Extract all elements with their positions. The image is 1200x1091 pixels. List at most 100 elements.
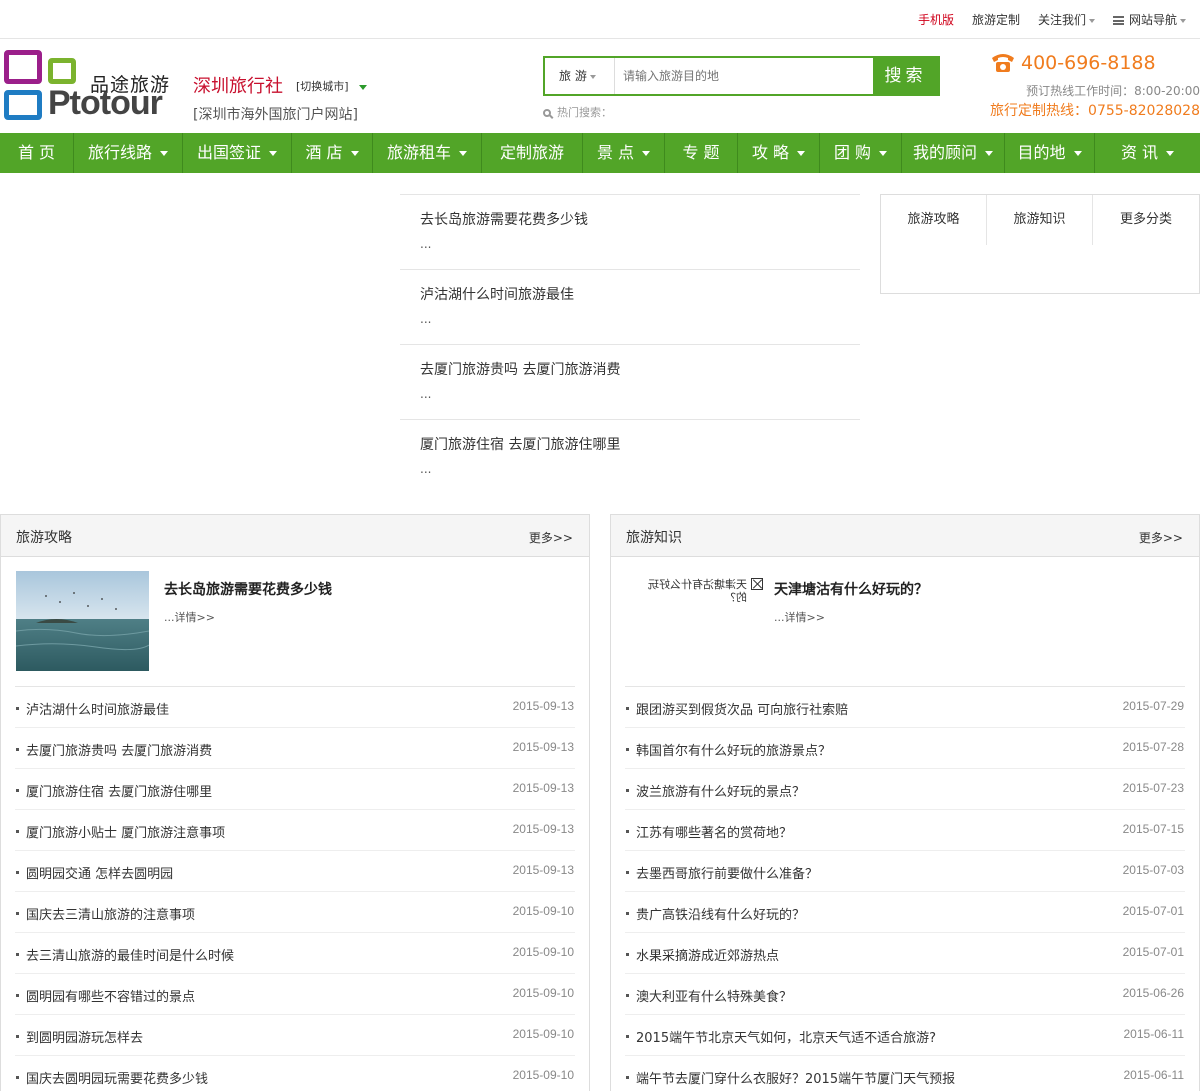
custom-travel-link[interactable]: 旅游定制 (972, 11, 1020, 28)
more-link[interactable]: 更多>> (529, 529, 573, 546)
site-nav-menu[interactable]: 网站导航 (1112, 11, 1186, 28)
list-item[interactable]: 端午节去厦门穿什么衣服好？2015端午节厦门天气预报 2015-06-11 (625, 1056, 1185, 1091)
list-item[interactable]: 2015端午节北京天气如何，北京天气适不适合旅游? 2015-06-11 (625, 1015, 1185, 1056)
caret-down-icon (879, 151, 888, 156)
nav-group-buy[interactable]: 团 购 (820, 133, 902, 173)
list-item[interactable]: 去三清山旅游的最佳时间是什么时候 2015-09-10 (15, 933, 575, 974)
list-item[interactable]: 圆明园有哪些不容错过的景点 2015-09-10 (15, 974, 575, 1015)
nav-label: 首 页 (17, 143, 56, 162)
site-logo[interactable]: 品途旅游 Ptotour (4, 48, 184, 122)
nav-my-advisor[interactable]: 我的顾问 (902, 133, 1005, 173)
logo-square-purple (4, 50, 42, 84)
chevron-down-icon (589, 74, 596, 79)
nav-label: 攻 略 (751, 143, 790, 162)
category-box: 旅游攻略 旅游知识 更多分类 (880, 194, 1200, 294)
list-item[interactable]: 去墨西哥旅行前要做什么准备？ 2015-07-03 (625, 851, 1185, 892)
nav-news[interactable]: 资 讯 (1095, 133, 1200, 173)
list-item-date: 2015-06-11 (1123, 1068, 1185, 1082)
list-item-date: 2015-07-28 (1122, 740, 1184, 754)
search-button[interactable]: 搜索 (873, 58, 938, 94)
panel-header: 旅游攻略 更多>> (1, 515, 589, 557)
nav-home[interactable]: 首 页 (0, 133, 74, 173)
list-item[interactable]: 贵广高铁沿线有什么好玩的？ 2015-07-01 (625, 892, 1185, 933)
hot-search-label: 热门搜索： (557, 106, 612, 119)
mobile-version-link[interactable]: 手机版 (918, 11, 954, 28)
list-item[interactable]: 水果采摘游成近郊游热点 2015-07-01 (625, 933, 1185, 974)
list-item-title: 端午节去厦门穿什么衣服好？2015端午节厦门天气预报 (636, 1072, 956, 1087)
caret-down-icon (160, 151, 168, 156)
agency-name: 深圳旅行社 (193, 76, 283, 97)
nav-car-rental[interactable]: 旅游租车 (373, 133, 482, 173)
featured-thumbnail[interactable] (16, 571, 149, 671)
nav-label: 景 点 (596, 143, 635, 162)
featured-details-link[interactable]: ...详情>> (774, 609, 825, 625)
top-links: 手机版 旅游定制 关注我们 网站导航 (918, 11, 1186, 28)
nav-visa[interactable]: 出国签证 (183, 133, 292, 173)
list-item-title: 江苏有哪些著名的赏荷地？ (636, 826, 793, 841)
list-item-date: 2015-07-23 (1122, 781, 1184, 795)
list-item[interactable]: 圆明园交通 怎样去圆明园 2015-09-13 (15, 851, 575, 892)
nav-destinations[interactable]: 目的地 (1005, 133, 1095, 173)
list-item[interactable]: 到圆明园游玩怎样去 2015-09-10 (15, 1015, 575, 1056)
nav-custom-travel[interactable]: 定制旅游 (482, 133, 583, 173)
list-item-date: 2015-09-10 (512, 904, 574, 918)
list-item[interactable]: 跟团游买到假货次品 可向旅行社索赔 2015-07-29 (625, 687, 1185, 728)
list-item[interactable]: 澳大利亚有什么特殊美食？ 2015-06-26 (625, 974, 1185, 1015)
nav-guides[interactable]: 攻 略 (738, 133, 820, 173)
broken-image-placeholder[interactable]: 天津塘沽有什么好玩的？ (647, 576, 777, 616)
featured-article: 天津塘沽有什么好玩的？ 天津塘沽有什么好玩的？ ...详情>> (625, 557, 1185, 687)
tab-travel-knowledge[interactable]: 旅游知识 (987, 195, 1093, 245)
bullet-icon (16, 1035, 19, 1038)
list-item-title: 水果采摘游成近郊游热点 (636, 949, 780, 964)
list-item[interactable]: 去厦门旅游贵吗 去厦门旅游消费 2015-09-13 (15, 728, 575, 769)
switch-city-button[interactable]: [切换城市] (296, 78, 367, 94)
article-item[interactable]: 去长岛旅游需要花费多少钱 ... (400, 194, 860, 269)
list-item-date: 2015-09-10 (512, 986, 574, 1000)
search-category-select[interactable]: 旅 游 (545, 58, 615, 94)
list-item-date: 2015-09-10 (512, 945, 574, 959)
chevron-down-icon (1088, 18, 1095, 23)
list-item[interactable]: 国庆去圆明园玩需要花费多少钱 2015-09-10 (15, 1056, 575, 1091)
list-item[interactable]: 厦门旅游住宿 去厦门旅游住哪里 2015-09-13 (15, 769, 575, 810)
list-item-title: 澳大利亚有什么特殊美食？ (636, 990, 793, 1005)
nav-topics[interactable]: 专 题 (665, 133, 738, 173)
caret-down-icon (459, 151, 467, 156)
list-item[interactable]: 江苏有哪些著名的赏荷地？ 2015-07-15 (625, 810, 1185, 851)
nav-hotel[interactable]: 酒 店 (292, 133, 373, 173)
tab-travel-guides[interactable]: 旅游攻略 (881, 195, 987, 245)
list-item-title: 跟团游买到假货次品 可向旅行社索赔 (636, 703, 849, 718)
list-item-title: 去墨西哥旅行前要做什么准备？ (636, 867, 819, 882)
list-item[interactable]: 韩国首尔有什么好玩的旅游景点？ 2015-07-28 (625, 728, 1185, 769)
more-link[interactable]: 更多>> (1139, 529, 1183, 546)
list-item-title: 去三清山旅游的最佳时间是什么时候 (26, 949, 235, 964)
list-item[interactable]: 泸沽湖什么时间旅游最佳 2015-09-13 (15, 687, 575, 728)
tab-more-categories[interactable]: 更多分类 (1093, 195, 1199, 245)
hot-search: 热门搜索： (543, 104, 612, 120)
list-item-title: 贵广高铁沿线有什么好玩的？ (636, 908, 806, 923)
follow-us-menu[interactable]: 关注我们 (1038, 11, 1095, 28)
search-bar: 旅 游 搜索 (543, 56, 940, 96)
hotline-number[interactable]: 400-696-8188 (1021, 52, 1156, 74)
custom-hotline: 旅行定制热线：0755-82028028 (990, 103, 1200, 119)
caret-down-icon (350, 151, 359, 156)
nav-attractions[interactable]: 景 点 (583, 133, 665, 173)
list-item[interactable]: 厦门旅游小贴士 厦门旅游注意事项 2015-09-13 (15, 810, 575, 851)
featured-title[interactable]: 去长岛旅游需要花费多少钱 (164, 579, 332, 599)
list-item-date: 2015-06-11 (1123, 1027, 1185, 1041)
featured-details-link[interactable]: ...详情>> (164, 609, 215, 625)
logo-square-green (48, 58, 76, 84)
caret-down-icon (358, 84, 367, 90)
article-item[interactable]: 去厦门旅游贵吗 去厦门旅游消费 ... (400, 344, 860, 419)
featured-title[interactable]: 天津塘沽有什么好玩的？ (774, 579, 928, 599)
article-item[interactable]: 厦门旅游住宿 去厦门旅游住哪里 ... (400, 419, 860, 494)
site-slogan: [深圳市海外国旅门户网站] (193, 107, 358, 123)
nav-routes[interactable]: 旅行线路 (74, 133, 183, 173)
bullet-icon (16, 871, 19, 874)
article-item[interactable]: 泸沽湖什么时间旅游最佳 ... (400, 269, 860, 344)
list-item[interactable]: 国庆去三清山旅游的注意事项 2015-09-10 (15, 892, 575, 933)
travel-knowledge-panel: 旅游知识 更多>> 天津塘沽有什么好玩的？ 天津塘沽有什么好玩的？ ...详情>… (610, 514, 1200, 1091)
search-input[interactable] (615, 58, 873, 94)
list-item-date: 2015-06-26 (1122, 986, 1184, 1000)
nav-label: 我的顾问 (912, 143, 977, 162)
list-item[interactable]: 波兰旅游有什么好玩的景点？ 2015-07-23 (625, 769, 1185, 810)
